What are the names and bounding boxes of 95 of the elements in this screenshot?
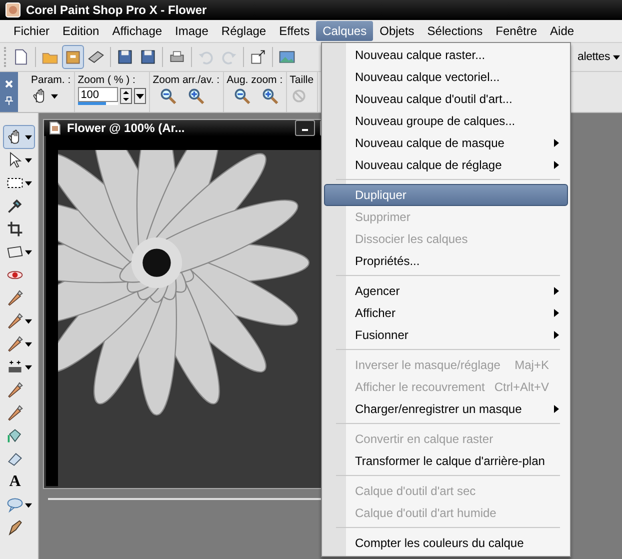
menu-item[interactable]: Dupliquer <box>324 184 568 206</box>
caret-icon <box>25 250 32 254</box>
menu-item-label: Convertir en calque raster <box>355 432 494 446</box>
menu-item-label: Transformer le calque d'arrière-plan <box>355 454 546 468</box>
menu-item[interactable]: Réglage <box>214 21 273 41</box>
page-icon <box>12 48 30 66</box>
caret-icon <box>25 502 32 508</box>
caret-icon <box>25 318 32 324</box>
menu-item-label: Nouveau groupe de calques... <box>355 114 516 128</box>
menu-item[interactable]: Propriétés... <box>324 250 568 272</box>
menu-item[interactable]: Charger/enregistrer un masque <box>324 398 568 420</box>
menu-item[interactable]: Effets <box>272 21 316 41</box>
pin-icon[interactable] <box>4 95 14 105</box>
zoom-slider[interactable] <box>78 102 118 105</box>
app-icon <box>5 2 21 18</box>
tool-button[interactable]: A <box>3 470 35 494</box>
menu-item[interactable]: Fusionner <box>324 324 568 346</box>
menu-item-label: Charger/enregistrer un masque <box>355 402 523 416</box>
menu-item[interactable]: Aide <box>544 21 581 41</box>
tool-button[interactable] <box>3 125 35 149</box>
menu-item-label: Nouveau calque raster... <box>355 48 486 62</box>
eraser-icon <box>6 450 24 468</box>
menu-item-label: Propriétés... <box>355 254 421 268</box>
close-icon[interactable] <box>4 79 14 89</box>
menu-item[interactable]: Nouveau calque de masque <box>324 132 568 154</box>
menu-item-label: Afficher <box>355 306 396 320</box>
magnify-label: Aug. zoom : <box>226 74 283 86</box>
menu-item[interactable]: Nouveau groupe de calques... <box>324 110 568 132</box>
zoom-out-icon[interactable] <box>232 87 251 105</box>
menu-item[interactable]: Transformer le calque d'arrière-plan <box>324 450 568 472</box>
shortcut-label: Ctrl+Alt+V <box>494 380 550 394</box>
spinner-icon[interactable] <box>120 88 132 104</box>
menu-item-label: Fusionner <box>355 328 410 342</box>
menu-item[interactable]: Fenêtre <box>489 21 544 41</box>
menu-item-label: Agencer <box>355 284 401 298</box>
menu-item-label: Dissocier les calques <box>355 232 469 246</box>
menu-item[interactable]: Compter les couleurs du calque <box>324 532 568 554</box>
menu-item[interactable]: Nouveau calque de réglage <box>324 154 568 176</box>
zoom-label: Zoom ( % ) : <box>78 74 136 86</box>
size-label: Taille <box>290 74 314 86</box>
caret-icon <box>25 158 32 162</box>
caret-icon <box>25 364 32 370</box>
pen-nib-icon <box>6 519 24 537</box>
menu-item[interactable]: Afficher <box>324 302 568 324</box>
zoom-steps-label: Zoom arr./av. : <box>152 74 220 86</box>
menu-item[interactable]: Nouveau calque raster... <box>324 44 568 66</box>
zoom-in-icon[interactable] <box>186 87 205 105</box>
menu-item-label: Afficher le recouvrement <box>355 380 486 394</box>
menu-item[interactable]: Image <box>168 21 215 41</box>
menu-item-label: Dupliquer <box>355 188 408 202</box>
photo-icon <box>278 48 296 66</box>
menu-item[interactable]: Sélections <box>420 21 490 41</box>
minimize-button[interactable] <box>295 120 315 136</box>
caret-icon <box>25 180 32 186</box>
floppy-icon <box>139 48 157 66</box>
menu-item-label: Supprimer <box>355 210 412 224</box>
menu-item[interactable]: Edition <box>56 21 106 41</box>
brush-icon <box>6 335 24 353</box>
menu-item-label: Nouveau calque d'outil d'art... <box>355 92 514 106</box>
floppy-icon <box>116 48 134 66</box>
document-title: Flower @ 100% (Ar... <box>67 121 185 135</box>
bucket-icon <box>6 427 24 445</box>
caret-icon <box>25 342 32 346</box>
zoom-input-field[interactable]: 100 <box>78 87 118 102</box>
zoom-out-icon[interactable] <box>158 87 177 105</box>
window-title: Corel Paint Shop Pro X - Flower <box>26 3 207 17</box>
menu-item-label: Compter les couleurs du calque <box>355 536 525 550</box>
shortcut-label: Maj+K <box>514 358 550 372</box>
caret-icon[interactable] <box>51 94 58 98</box>
menu-item[interactable]: Fichier <box>7 21 56 41</box>
letter-icon: A <box>6 473 24 491</box>
menu-item[interactable]: Calques <box>316 21 374 41</box>
menu-item[interactable]: Affichage <box>106 21 169 41</box>
menu-item[interactable]: Nouveau calque vectoriel... <box>324 66 568 88</box>
caret-icon <box>25 134 32 140</box>
drawer-icon <box>64 48 82 66</box>
resize-icon <box>249 48 267 66</box>
document-icon <box>48 121 62 135</box>
param-label: Param. : <box>31 74 71 86</box>
crop-icon <box>6 220 24 238</box>
menu-item-label: Calque d'outil d'art sec <box>355 484 477 498</box>
menu-item[interactable]: Objets <box>373 21 421 41</box>
menu-item-label: Inverser le masque/réglage <box>355 358 502 372</box>
menu-item-label: Nouveau calque de masque <box>355 136 506 150</box>
menu-item[interactable]: Nouveau calque d'outil d'art... <box>324 88 568 110</box>
dropper-icon <box>6 197 24 215</box>
menu-item-label: Calque d'outil d'art humide <box>355 506 498 520</box>
menu-item-label: Nouveau calque vectoriel... <box>355 70 501 84</box>
menu-item[interactable]: Agencer <box>324 280 568 302</box>
menu-item-label: Nouveau calque de réglage <box>355 158 503 172</box>
zoom-in-icon[interactable] <box>260 87 279 105</box>
dropdown-icon[interactable] <box>134 88 146 104</box>
speech-bubble-icon <box>6 496 24 514</box>
palettes-menu-button[interactable]: alettes <box>576 51 622 63</box>
caret-icon <box>613 54 620 60</box>
